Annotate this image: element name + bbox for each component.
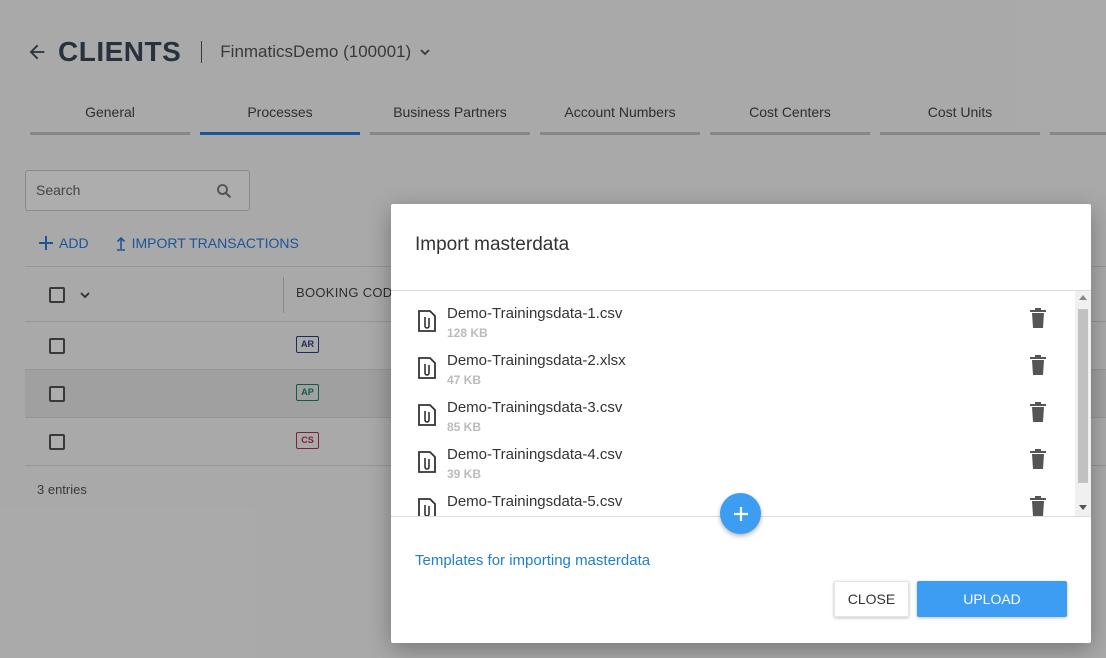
trash-icon[interactable] [1028, 448, 1048, 470]
attachment-file-icon [418, 498, 436, 516]
close-button[interactable]: CLOSE [834, 581, 909, 617]
import-masterdata-dialog: Import masterdata Demo-Trainingsdata-1.c… [391, 204, 1091, 643]
scrollbar-thumb[interactable] [1078, 309, 1088, 483]
trash-icon[interactable] [1028, 307, 1048, 329]
file-list: Demo-Trainingsdata-1.csv 128 KB Demo-Tra… [391, 291, 1091, 516]
attachment-file-icon [418, 357, 436, 379]
trash-icon[interactable] [1028, 495, 1048, 516]
file-name: Demo-Trainingsdata-1.csv [447, 305, 623, 322]
file-name: Demo-Trainingsdata-2.xlsx [447, 352, 626, 369]
trash-icon[interactable] [1028, 354, 1048, 376]
file-list-scrollbar[interactable] [1075, 291, 1091, 516]
add-file-button[interactable] [720, 493, 761, 534]
file-name: Demo-Trainingsdata-4.csv [447, 446, 623, 463]
templates-link[interactable]: Templates for importing masterdata [415, 552, 650, 569]
dialog-title: Import masterdata [415, 234, 570, 255]
file-item: Demo-Trainingsdata-2.xlsx 47 KB [391, 338, 1071, 387]
attachment-file-icon [418, 404, 436, 426]
attachment-file-icon [418, 451, 436, 473]
scroll-down-arrow-icon[interactable] [1079, 505, 1087, 510]
file-name: Demo-Trainingsdata-5.csv [447, 493, 623, 510]
plus-icon [733, 506, 748, 521]
trash-icon[interactable] [1028, 401, 1048, 423]
attachment-file-icon [418, 310, 436, 332]
file-item: Demo-Trainingsdata-1.csv 128 KB [391, 291, 1071, 340]
scroll-up-arrow-icon[interactable] [1079, 295, 1087, 300]
file-item: Demo-Trainingsdata-3.csv 85 KB [391, 385, 1071, 434]
upload-button[interactable]: UPLOAD [917, 581, 1067, 617]
file-name: Demo-Trainingsdata-3.csv [447, 399, 623, 416]
file-item: Demo-Trainingsdata-4.csv 39 KB [391, 432, 1071, 481]
